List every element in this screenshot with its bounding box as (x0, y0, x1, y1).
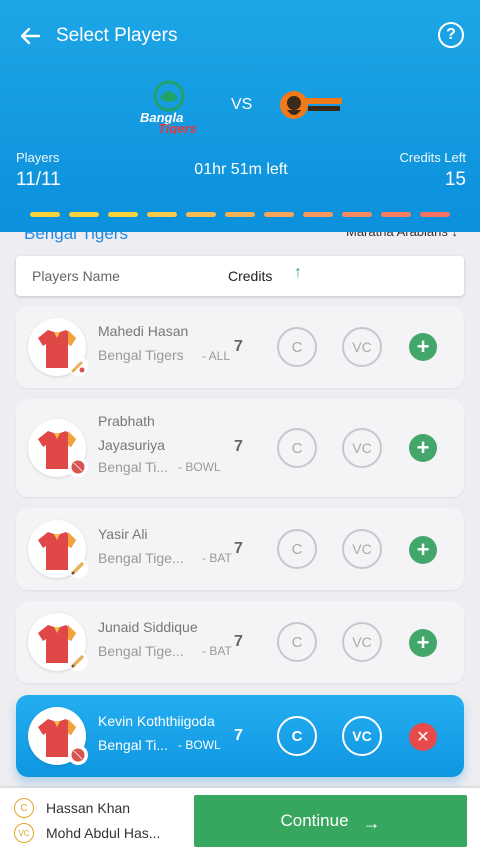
remove-player-button[interactable]: ✕ (409, 723, 437, 751)
progress-segment-1 (30, 212, 60, 217)
column-players-name[interactable]: Players Name (32, 268, 120, 284)
player-avatar (28, 613, 88, 671)
progress-segment-4 (147, 212, 177, 217)
player-credits: 7 (234, 338, 243, 355)
selected-vice-captain: VC Mohd Abdul Has... (14, 823, 160, 843)
maratha-arabians-logo (278, 82, 344, 128)
player-role: - ALL (202, 349, 231, 363)
bat-icon (68, 558, 88, 578)
vice-captain-button[interactable]: VC (342, 428, 382, 468)
team-stats: Players 11/11 01hr 51m left Credits Left… (16, 150, 466, 196)
credits-left: Credits Left 15 (400, 150, 466, 191)
vice-captain-badge: VC (14, 823, 34, 843)
column-credits[interactable]: Credits (228, 268, 272, 284)
player-card-yasir-ali[interactable]: Yasir Ali Bengal Tige... - BAT 7 C VC + (16, 508, 464, 590)
progress-segment-2 (69, 212, 99, 217)
player-credits: 7 (234, 540, 243, 557)
player-avatar (28, 520, 88, 578)
progress-segment-10 (381, 212, 411, 217)
player-team: Bengal Tigers (98, 347, 184, 363)
progress-segment-3 (108, 212, 138, 217)
bat-icon (68, 651, 88, 671)
credits-left-value: 15 (444, 169, 466, 190)
sort-arrow-icon[interactable]: ↑ (294, 264, 302, 282)
vice-captain-button[interactable]: VC (342, 622, 382, 662)
versus-label: VS (231, 96, 253, 113)
add-player-button[interactable]: + (409, 434, 437, 462)
svg-text:Tigers: Tigers (158, 121, 197, 134)
player-name-line2: Jayasuriya (98, 437, 165, 453)
back-arrow-icon[interactable] (16, 22, 44, 50)
player-credits: 7 (234, 727, 243, 744)
player-name: Junaid Siddique (98, 619, 198, 635)
captain-button[interactable]: C (277, 622, 317, 662)
progress-segment-5 (186, 212, 216, 217)
player-card-junaid-siddique[interactable]: Junaid Siddique Bengal Tige... - BAT 7 C… (16, 601, 464, 683)
vice-captain-button[interactable]: VC (342, 529, 382, 569)
progress-segment-6 (225, 212, 255, 217)
bat-ball-icon (68, 356, 88, 376)
player-role: - BAT (202, 644, 232, 658)
progress-segment-11 (420, 212, 450, 217)
arrow-right-icon: → (362, 812, 381, 833)
player-role: - BOWL (178, 738, 221, 752)
progress-segment-8 (303, 212, 333, 217)
ball-icon (68, 457, 88, 477)
match-teams: Bangla Tigers VS (0, 72, 480, 138)
selected-captain: C Hassan Khan (14, 798, 130, 818)
player-avatar (28, 419, 88, 477)
player-role: - BOWL (178, 460, 221, 474)
players-column-header: Players Name Credits ↑ (16, 256, 464, 296)
time-left: 01hr 51m left (194, 161, 288, 178)
player-team: Bengal Ti... (98, 459, 169, 475)
player-team: Bengal Tige... (98, 550, 184, 566)
page-title: Select Players (56, 25, 178, 46)
add-player-button[interactable]: + (409, 333, 437, 361)
player-name: Yasir Ali (98, 526, 148, 542)
captain-button[interactable]: C (277, 529, 317, 569)
vice-captain-name: Mohd Abdul Has... (46, 825, 161, 841)
player-role: - BAT (202, 551, 232, 565)
player-name: Kevin Koththiigoda (98, 713, 215, 729)
player-team: Bengal Ti... (98, 737, 169, 753)
bottom-bar: C Hassan Khan VC Mohd Abdul Has... Conti… (0, 788, 480, 853)
player-name-line1: Prabhath (98, 413, 155, 429)
player-credits: 7 (234, 438, 243, 455)
progress-segment-9 (342, 212, 372, 217)
player-card-mahedi-hasan[interactable]: Mahedi Hasan Bengal Tigers - ALL 7 C VC … (16, 306, 464, 388)
captain-button[interactable]: C (277, 327, 317, 367)
continue-button[interactable]: Continue → (194, 795, 467, 847)
header: Select Players ? Bangla Tigers VS Player (0, 0, 480, 232)
captain-button[interactable]: C (277, 428, 317, 468)
add-player-button[interactable]: + (409, 536, 437, 564)
captain-button[interactable]: C (277, 716, 317, 756)
player-card-kevin-koththiigoda[interactable]: Kevin Koththiigoda Bengal Ti... - BOWL 7… (16, 695, 464, 777)
player-team: Bengal Tige... (98, 643, 184, 659)
captain-badge: C (14, 798, 34, 818)
continue-label: Continue (280, 811, 349, 830)
bangla-tigers-logo: Bangla Tigers (138, 78, 200, 136)
credits-left-label: Credits Left (399, 150, 466, 165)
add-player-button[interactable]: + (409, 629, 437, 657)
player-credits: 7 (234, 633, 243, 650)
progress-segment-7 (264, 212, 294, 217)
captain-name: Hassan Khan (46, 800, 131, 816)
ball-icon (68, 745, 88, 765)
selection-progress-bar (30, 212, 450, 217)
vice-captain-button[interactable]: VC (342, 327, 382, 367)
player-avatar (28, 318, 88, 376)
player-card-prabhath-jayasuriya[interactable]: Prabhath Jayasuriya Bengal Ti... - BOWL … (16, 399, 464, 497)
help-icon[interactable]: ? (438, 22, 464, 48)
vice-captain-button[interactable]: VC (342, 716, 382, 756)
top-bar: Select Players ? (16, 18, 468, 54)
player-name: Mahedi Hasan (98, 323, 189, 339)
player-avatar (28, 707, 88, 765)
